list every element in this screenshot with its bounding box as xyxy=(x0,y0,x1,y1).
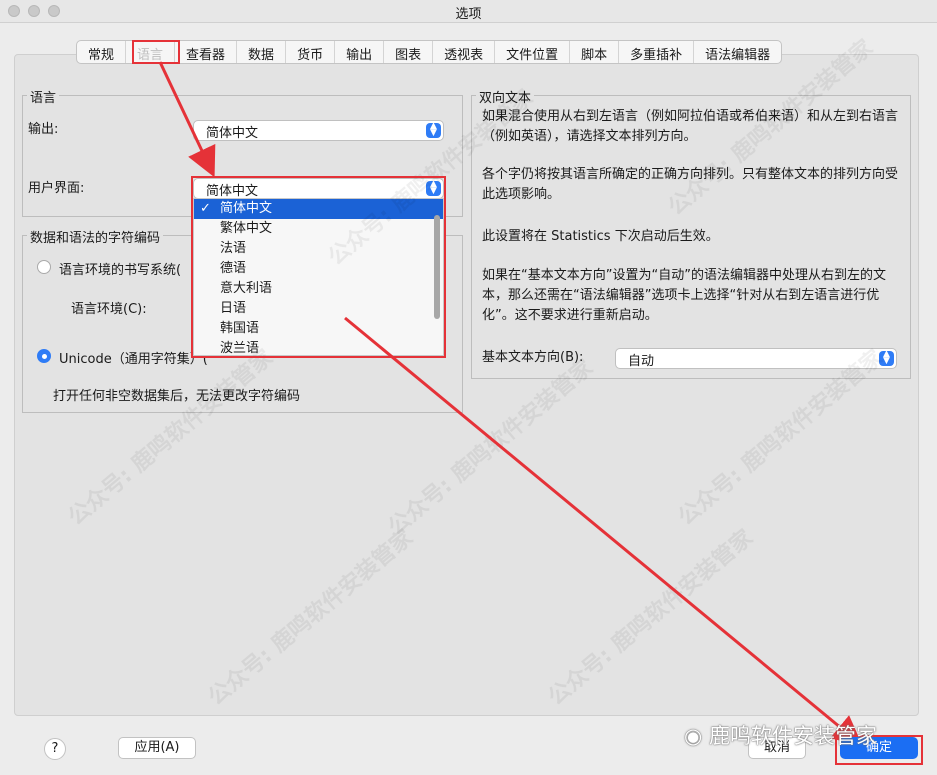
tab-viewer[interactable]: 查看器 xyxy=(175,41,238,63)
tab-scripts[interactable]: 脚本 xyxy=(570,41,620,63)
tab-charts[interactable]: 图表 xyxy=(384,41,434,63)
wechat-watermark: ◉ 鹿鸣软件安装管家 xyxy=(684,720,877,750)
locale-radio-label: 语言环境的书写系统( xyxy=(59,263,182,278)
tab-output[interactable]: 输出 xyxy=(335,41,385,63)
bidi-paragraph-4: 如果在“基本文本方向”设置为“自动”的语法编辑器中处理从右到左的文本，那么还需在… xyxy=(482,268,886,323)
help-button[interactable]: ? xyxy=(44,738,66,760)
encoding-note: 打开任何非空数据集后，无法更改字符编码 xyxy=(53,389,301,404)
output-language-label: 输出: xyxy=(28,122,59,137)
highlight-language-tab xyxy=(132,40,180,64)
highlight-ui-language-dropdown xyxy=(191,176,446,358)
title-bar: 选项 xyxy=(0,0,937,23)
locale-label: 语言环境(C): xyxy=(71,302,147,317)
tab-bar: 常规 语言 查看器 数据 货币 输出 图表 透视表 文件位置 脚本 多重插补 语… xyxy=(76,40,783,64)
apply-button[interactable]: 应用(A) xyxy=(118,737,196,759)
tab-currency[interactable]: 货币 xyxy=(286,41,336,63)
output-language-value: 简体中文 xyxy=(206,126,259,141)
bidi-paragraph-1: 如果混合使用从右到左语言（例如阿拉伯语或希伯来语）和从左到右语言（例如英语），请… xyxy=(482,109,899,144)
locale-radio[interactable] xyxy=(37,260,51,274)
wechat-watermark-text: 鹿鸣软件安装管家 xyxy=(709,724,878,748)
unicode-radio[interactable] xyxy=(37,349,51,363)
tab-file-locations[interactable]: 文件位置 xyxy=(495,41,571,63)
tab-syntax-editor[interactable]: 语法编辑器 xyxy=(694,41,781,63)
unicode-radio-label: Unicode（通用字符集）( xyxy=(59,352,208,367)
language-legend: 语言 xyxy=(27,87,60,106)
bidi-paragraph-3: 此设置将在 Statistics 下次启动后生效。 xyxy=(482,229,719,244)
chevron-updown-icon: ▲ ▼ xyxy=(426,122,441,138)
window-title: 选项 xyxy=(455,7,482,22)
wechat-icon: ◉ xyxy=(684,724,703,748)
output-language-select[interactable]: 简体中文 ▲ ▼ xyxy=(193,120,444,141)
encoding-legend: 数据和语法的字符编码 xyxy=(27,227,164,246)
text-direction-label: 基本文本方向(B): xyxy=(482,350,584,365)
ui-language-label: 用户界面: xyxy=(28,181,85,196)
tab-multiple-imputation[interactable]: 多重插补 xyxy=(619,41,695,63)
tab-data[interactable]: 数据 xyxy=(237,41,287,63)
bidi-legend: 双向文本 xyxy=(476,87,535,106)
tab-general[interactable]: 常规 xyxy=(77,41,127,63)
chevron-updown-icon: ▲ ▼ xyxy=(879,350,894,366)
text-direction-value: 自动 xyxy=(628,354,655,369)
bidi-paragraph-2: 各个字仍将按其语言所确定的正确方向排列。只有整体文本的排列方向受此选项影响。 xyxy=(482,167,899,202)
text-direction-select[interactable]: 自动 ▲ ▼ xyxy=(615,348,897,369)
tab-pivot-tables[interactable]: 透视表 xyxy=(433,41,496,63)
